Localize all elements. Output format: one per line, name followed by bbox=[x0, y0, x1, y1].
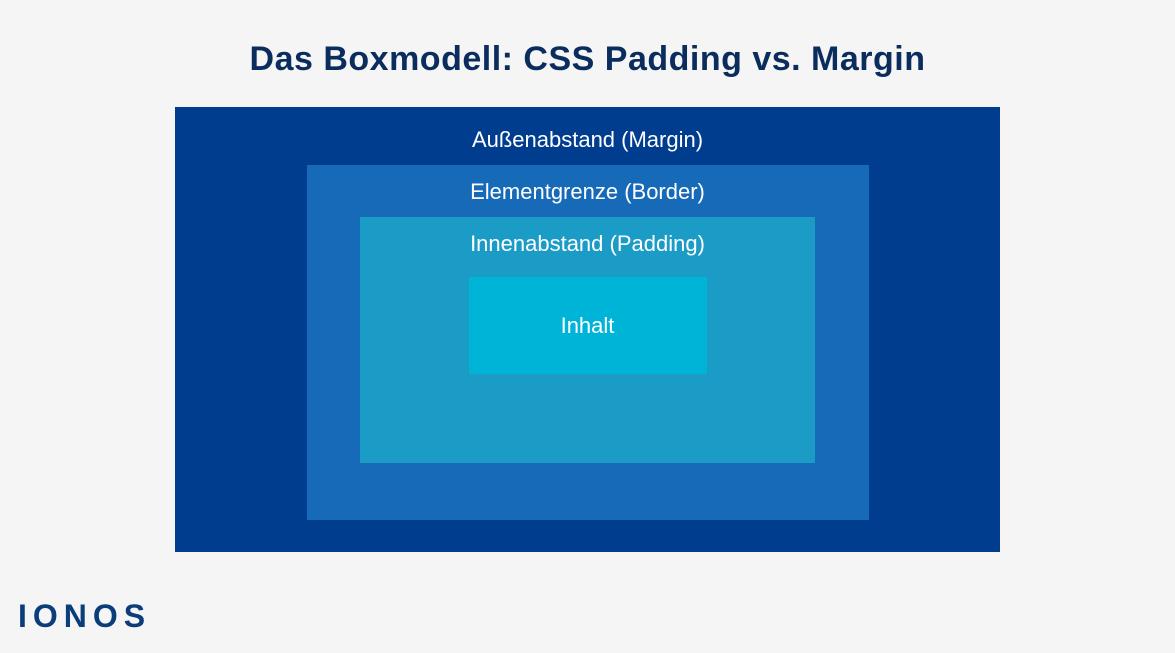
margin-layer: Außenabstand (Margin) Elementgrenze (Bor… bbox=[175, 107, 1000, 552]
diagram-container: Das Boxmodell: CSS Padding vs. Margin Au… bbox=[0, 0, 1175, 552]
content-label: Inhalt bbox=[561, 313, 615, 339]
border-label: Elementgrenze (Border) bbox=[470, 179, 705, 205]
content-layer: Inhalt bbox=[469, 277, 707, 374]
brand-logo: IONOS bbox=[18, 598, 151, 635]
border-layer: Elementgrenze (Border) Innenabstand (Pad… bbox=[307, 165, 869, 520]
padding-layer: Innenabstand (Padding) Inhalt bbox=[360, 217, 815, 463]
padding-label: Innenabstand (Padding) bbox=[470, 231, 705, 257]
margin-label: Außenabstand (Margin) bbox=[472, 127, 703, 153]
diagram-title: Das Boxmodell: CSS Padding vs. Margin bbox=[250, 40, 926, 79]
